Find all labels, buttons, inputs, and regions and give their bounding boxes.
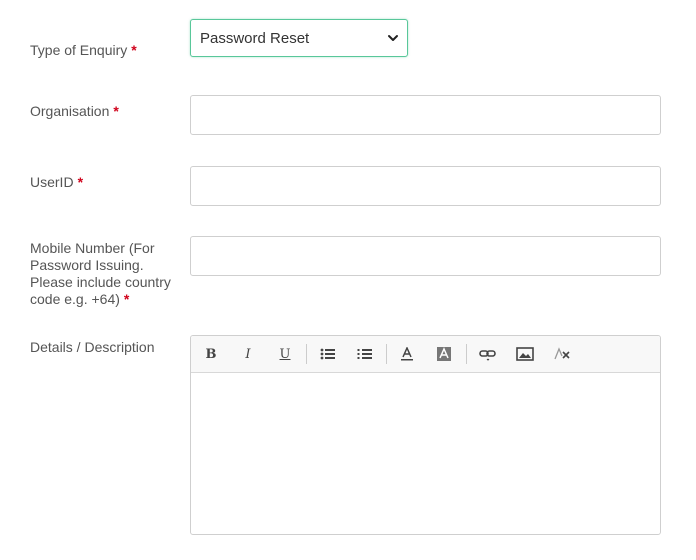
enquiry-type-label: Type of Enquiry * [30, 42, 180, 59]
numbered-list-icon [357, 349, 372, 359]
details-rich-text-editor: B I U [190, 335, 661, 535]
toolbar-divider [466, 344, 467, 364]
details-label: Details / Description [30, 339, 180, 356]
organisation-label-text: Organisation [30, 103, 110, 119]
required-marker: * [131, 42, 137, 58]
clear-formatting-button[interactable] [551, 345, 573, 363]
bold-button[interactable]: B [200, 345, 222, 363]
underline-icon: U [279, 346, 291, 362]
mobile-number-label-text: Mobile Number (For Password Issuing. Ple… [30, 240, 171, 307]
userid-label: UserID * [30, 174, 180, 191]
text-color-button[interactable] [396, 345, 418, 363]
italic-button[interactable]: I [237, 345, 259, 363]
enquiry-type-select[interactable]: Password Reset [190, 19, 408, 57]
background-color-icon [437, 347, 451, 361]
underline-button[interactable]: U [274, 345, 296, 363]
details-label-text: Details / Description [30, 339, 155, 355]
mobile-number-label: Mobile Number (For Password Issuing. Ple… [30, 240, 178, 308]
insert-link-button[interactable] [477, 345, 499, 363]
italic-icon: I [245, 346, 251, 362]
enquiry-type-label-text: Type of Enquiry [30, 42, 128, 58]
required-marker: * [123, 291, 130, 307]
clear-formatting-icon [554, 347, 570, 360]
background-color-button[interactable] [433, 345, 455, 363]
required-marker: * [77, 174, 84, 190]
editor-content-area[interactable] [191, 373, 660, 534]
bulleted-list-icon [320, 348, 335, 360]
text-color-icon [401, 347, 413, 361]
enquiry-type-selected-value: Password Reset [200, 29, 310, 47]
bold-icon: B [205, 346, 217, 362]
editor-toolbar: B I U [191, 336, 660, 373]
toolbar-divider [386, 344, 387, 364]
userid-input[interactable] [190, 166, 661, 206]
insert-image-button[interactable] [514, 345, 536, 363]
required-marker: * [113, 103, 119, 119]
numbered-list-button[interactable] [354, 345, 376, 363]
chevron-down-icon [388, 35, 398, 41]
enquiry-form: Type of Enquiry * Password Reset Organisa… [0, 0, 696, 560]
image-icon [516, 347, 534, 361]
toolbar-divider [306, 344, 307, 364]
link-icon [479, 350, 496, 361]
bulleted-list-button[interactable] [317, 345, 339, 363]
organisation-label: Organisation * [30, 103, 180, 120]
userid-label-text: UserID [30, 174, 74, 190]
mobile-number-input[interactable] [190, 236, 661, 276]
organisation-input[interactable] [190, 95, 661, 135]
